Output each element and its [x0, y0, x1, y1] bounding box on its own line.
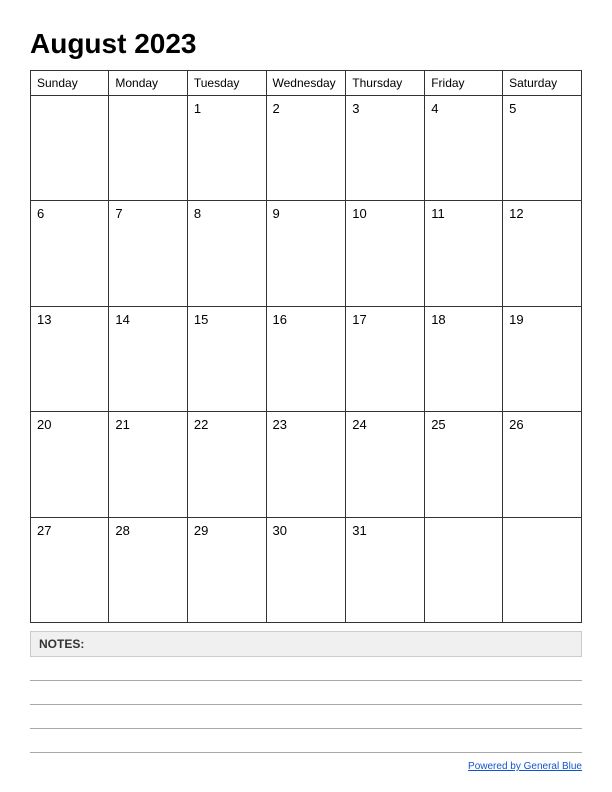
day-number: 24 [352, 417, 418, 432]
day-number: 16 [273, 312, 340, 327]
calendar-cell: 14 [109, 306, 187, 411]
day-number: 18 [431, 312, 496, 327]
calendar-cell [503, 517, 582, 622]
calendar-header: SundayMondayTuesdayWednesdayThursdayFrid… [31, 71, 582, 96]
day-number: 12 [509, 206, 575, 221]
day-number: 26 [509, 417, 575, 432]
calendar-cell: 28 [109, 517, 187, 622]
calendar-cell: 31 [346, 517, 425, 622]
column-header-wednesday: Wednesday [266, 71, 346, 96]
page: August 2023 SundayMondayTuesdayWednesday… [0, 0, 612, 792]
column-header-monday: Monday [109, 71, 187, 96]
notes-line [30, 709, 582, 729]
calendar-cell: 3 [346, 96, 425, 201]
day-number: 6 [37, 206, 102, 221]
day-number: 29 [194, 523, 260, 538]
notes-section: NOTES: [30, 631, 582, 753]
calendar-cell: 4 [425, 96, 503, 201]
day-number: 23 [273, 417, 340, 432]
column-header-tuesday: Tuesday [187, 71, 266, 96]
calendar-cell: 1 [187, 96, 266, 201]
header-row: SundayMondayTuesdayWednesdayThursdayFrid… [31, 71, 582, 96]
day-number: 13 [37, 312, 102, 327]
day-number: 1 [194, 101, 260, 116]
day-number: 5 [509, 101, 575, 116]
calendar-week-1: 12345 [31, 96, 582, 201]
column-header-saturday: Saturday [503, 71, 582, 96]
day-number: 20 [37, 417, 102, 432]
footer: Powered by General Blue [30, 761, 582, 772]
calendar-week-3: 13 14 15 16 17 18 19 [31, 306, 582, 411]
calendar-week-2: 6789 10 11 12 [31, 201, 582, 306]
day-number: 19 [509, 312, 575, 327]
calendar-cell: 6 [31, 201, 109, 306]
day-number: 30 [273, 523, 340, 538]
notes-label: NOTES: [30, 631, 582, 657]
day-number: 27 [37, 523, 102, 538]
notes-line [30, 685, 582, 705]
calendar-cell: 23 [266, 412, 346, 517]
calendar-cell: 5 [503, 96, 582, 201]
day-number: 21 [115, 417, 180, 432]
calendar-week-5: 27 28 29 30 31 [31, 517, 582, 622]
calendar-cell: 19 [503, 306, 582, 411]
calendar-cell: 10 [346, 201, 425, 306]
day-number: 9 [273, 206, 340, 221]
calendar-table: SundayMondayTuesdayWednesdayThursdayFrid… [30, 70, 582, 623]
calendar-cell [425, 517, 503, 622]
day-number: 7 [115, 206, 180, 221]
day-number: 11 [431, 206, 496, 221]
calendar-cell: 17 [346, 306, 425, 411]
day-number: 8 [194, 206, 260, 221]
calendar-cell: 29 [187, 517, 266, 622]
calendar-cell: 2 [266, 96, 346, 201]
calendar-cell [31, 96, 109, 201]
day-number: 2 [273, 101, 340, 116]
day-number: 25 [431, 417, 496, 432]
notes-lines [30, 661, 582, 753]
calendar-body: 1234567891011121314151617181920212223242… [31, 96, 582, 623]
calendar-week-4: 20 21 22 23 24 25 26 [31, 412, 582, 517]
calendar-cell: 26 [503, 412, 582, 517]
day-number: 4 [431, 101, 496, 116]
notes-line [30, 661, 582, 681]
calendar-cell: 18 [425, 306, 503, 411]
powered-by-link[interactable]: Powered by General Blue [468, 761, 582, 772]
day-number: 28 [115, 523, 180, 538]
calendar-cell: 22 [187, 412, 266, 517]
calendar-cell: 12 [503, 201, 582, 306]
day-number: 17 [352, 312, 418, 327]
calendar-cell: 20 [31, 412, 109, 517]
calendar-title: August 2023 [30, 28, 582, 60]
calendar-cell: 24 [346, 412, 425, 517]
calendar-cell: 15 [187, 306, 266, 411]
day-number: 31 [352, 523, 418, 538]
calendar-cell: 13 [31, 306, 109, 411]
day-number: 3 [352, 101, 418, 116]
calendar-cell [109, 96, 187, 201]
calendar-cell: 8 [187, 201, 266, 306]
calendar-cell: 25 [425, 412, 503, 517]
notes-line [30, 733, 582, 753]
column-header-sunday: Sunday [31, 71, 109, 96]
calendar-cell: 11 [425, 201, 503, 306]
calendar-cell: 30 [266, 517, 346, 622]
calendar-cell: 7 [109, 201, 187, 306]
day-number: 10 [352, 206, 418, 221]
day-number: 15 [194, 312, 260, 327]
day-number: 14 [115, 312, 180, 327]
column-header-friday: Friday [425, 71, 503, 96]
calendar-cell: 9 [266, 201, 346, 306]
calendar-cell: 21 [109, 412, 187, 517]
calendar-cell: 27 [31, 517, 109, 622]
day-number: 22 [194, 417, 260, 432]
calendar-cell: 16 [266, 306, 346, 411]
column-header-thursday: Thursday [346, 71, 425, 96]
